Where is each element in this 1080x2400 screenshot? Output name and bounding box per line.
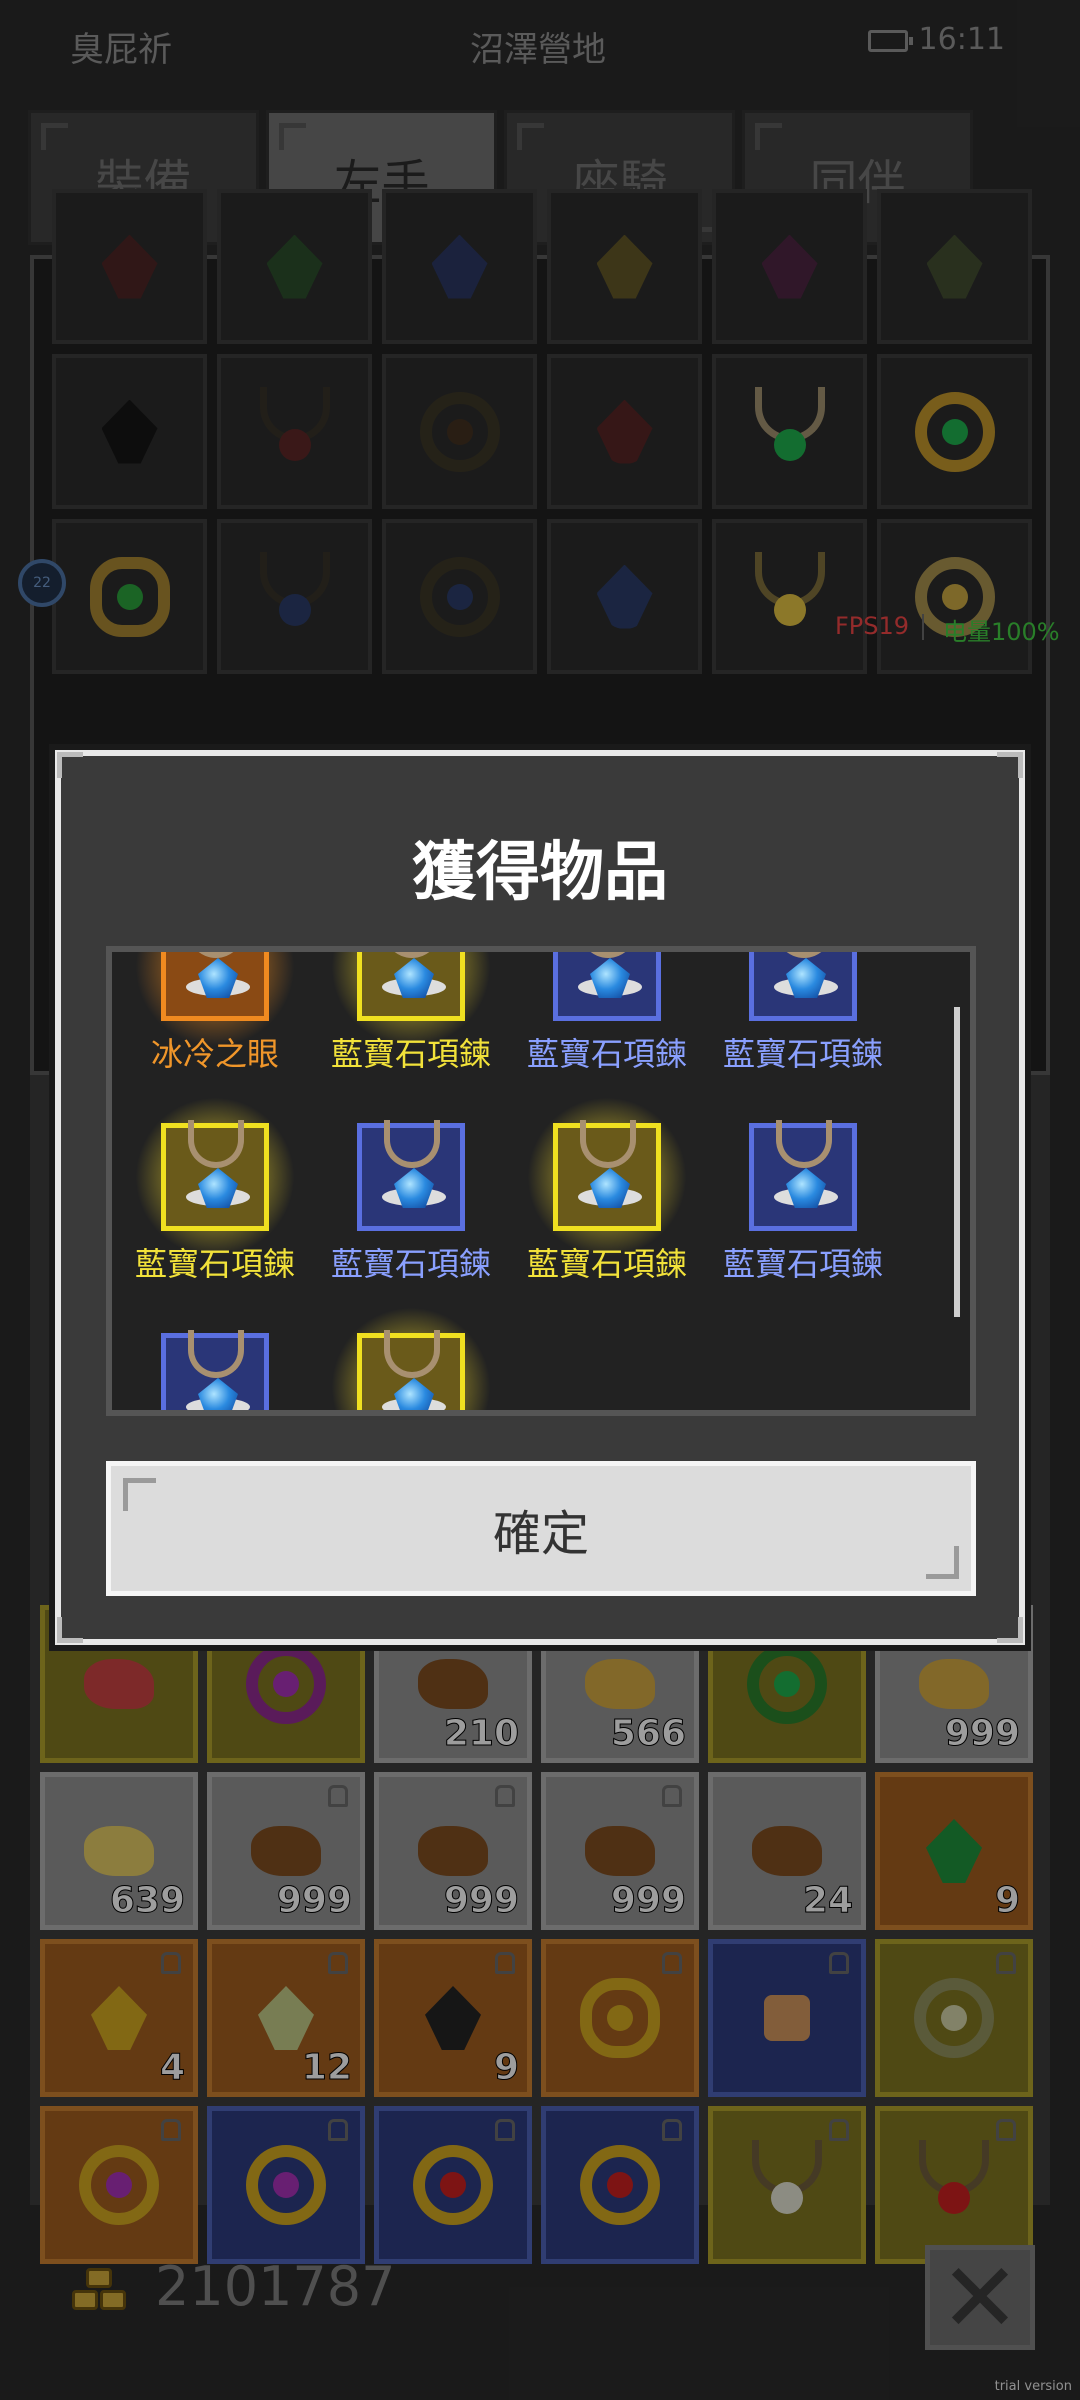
- item-name: 藍寶石項鍊: [722, 1035, 883, 1073]
- necklace-icon: [161, 952, 269, 1021]
- item-name: 藍寶石項鍊: [330, 1035, 491, 1073]
- necklace-icon: [357, 1120, 465, 1231]
- frame-corner: [57, 1617, 83, 1643]
- necklace-icon: [749, 952, 857, 1021]
- items-row: [117, 1307, 967, 1410]
- necklace-icon: [161, 1120, 269, 1231]
- items-row: 藍寶石項鍊 藍寶石項鍊 藍寶石項鍊 藍寶石項鍊: [117, 1097, 967, 1327]
- item-name: 藍寶石項鍊: [330, 1245, 491, 1283]
- obtained-item[interactable]: 冰冷之眼: [117, 952, 313, 1117]
- obtained-item[interactable]: 藍寶石項鍊: [313, 952, 509, 1117]
- game-screen: { "status_bar": {"player_name": "臭屁祈", "…: [0, 0, 1080, 2400]
- necklace-icon: [357, 952, 465, 1021]
- obtained-item[interactable]: 藍寶石項鍊: [705, 952, 901, 1117]
- necklace-icon: [553, 1120, 661, 1231]
- item-name: 藍寶石項鍊: [134, 1245, 295, 1283]
- necklace-icon: [161, 1330, 269, 1410]
- frame-corner: [57, 752, 83, 778]
- obtained-item[interactable]: 藍寶石項鍊: [509, 1097, 705, 1327]
- dialog-title: 獲得物品: [412, 836, 668, 910]
- necklace-icon: [553, 952, 661, 1021]
- necklace-icon: [357, 1330, 465, 1410]
- obtained-item[interactable]: [313, 1307, 509, 1410]
- frame-corner: [997, 1617, 1023, 1643]
- obtained-item[interactable]: 藍寶石項鍊: [117, 1097, 313, 1327]
- item-name: 藍寶石項鍊: [526, 1035, 687, 1073]
- frame-corner: [997, 752, 1023, 778]
- obtained-item[interactable]: 藍寶石項鍊: [509, 952, 705, 1117]
- item-name: 藍寶石項鍊: [526, 1245, 687, 1283]
- item-name: 冰冷之眼: [150, 1035, 279, 1073]
- obtained-items-list[interactable]: 冰冷之眼 藍寶石項鍊 藍寶石項鍊 藍寶石項鍊 藍寶石項鍊 藍寶石項鍊 藍寶石項鍊…: [106, 946, 976, 1416]
- obtained-item[interactable]: [117, 1327, 313, 1410]
- necklace-icon: [749, 1120, 857, 1231]
- item-name: 藍寶石項鍊: [722, 1245, 883, 1283]
- items-row: 冰冷之眼 藍寶石項鍊 藍寶石項鍊 藍寶石項鍊: [117, 952, 967, 1117]
- list-scrollbar[interactable]: [954, 1007, 960, 1317]
- obtained-item[interactable]: 藍寶石項鍊: [313, 1117, 509, 1327]
- confirm-button[interactable]: 確定: [106, 1461, 976, 1596]
- obtained-item[interactable]: 藍寶石項鍊: [705, 1117, 901, 1327]
- obtained-items-dialog: 獲得物品 冰冷之眼 藍寶石項鍊 藍寶石項鍊 藍寶石項鍊 藍寶石項鍊 藍寶石項鍊 …: [55, 750, 1025, 1645]
